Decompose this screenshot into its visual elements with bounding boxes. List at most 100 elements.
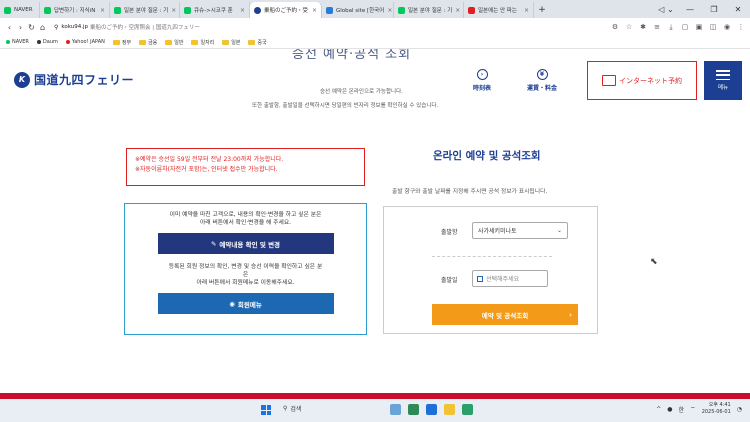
tab-kyushu[interactable]: 큐슈->시코쿠 훈 × — [180, 2, 250, 18]
confirm-change-button[interactable]: ✎ 예약내용 확인 및 변경 — [157, 233, 334, 254]
web-page: 승선 예약·공석 조회 K 国道九四フェリー 승선 예약은 온라인으로 가능합니… — [0, 49, 750, 393]
booking-form: 출발항 사가세키미나토 ⌄ 출발일 선택해주세요 예약 및 공석조회 › — [383, 206, 598, 334]
chevron-up-icon[interactable]: ^ — [656, 406, 661, 413]
ime-indicator[interactable]: 한 — [679, 405, 685, 414]
url-field[interactable]: ⚲ koku94.jp 乗船のご予約・空席照会 | 国道九四フェリー — [54, 23, 200, 32]
hero-description: 또한 출발항, 출발일을 선택하시면 당일편의 빈자리 정보를 확인하실 수 있… — [252, 103, 439, 109]
kin-icon — [398, 6, 405, 14]
mouse-cursor-icon: ⬉ — [650, 257, 658, 267]
hero-subtitle: 승선 예약은 온라인으로 가능합니다. — [320, 89, 403, 95]
booking-title: 온라인 예약 및 공석조회 — [433, 150, 541, 162]
date-input[interactable]: 선택해주세요 — [472, 270, 548, 287]
member-menu-button[interactable]: ◉ 회원메뉴 — [157, 293, 334, 314]
bookmark-folder-general[interactable]: 일반 — [165, 39, 183, 46]
app-icon[interactable] — [426, 404, 437, 415]
tab-ferry-booking[interactable]: 乗船のご予約・受 × — [250, 2, 322, 18]
nav-timetable[interactable]: › 時刻表 — [473, 69, 491, 92]
back-icon[interactable]: ‹ — [4, 23, 15, 32]
logo-text: 国道九四フェリー — [34, 73, 135, 87]
system-tray: ^ ● 한 ⌔ 오후 4:41 2025-06-01 ◔ — [656, 402, 742, 416]
history-icon[interactable]: ◫ — [708, 23, 718, 32]
bookmark-daum[interactable]: Daum — [36, 39, 58, 45]
wifi-icon[interactable]: ⌔ — [690, 405, 696, 413]
date-label: 출발일 — [441, 277, 458, 284]
tab-japan-question-2[interactable]: 일본 분야 질문 : 기 × — [394, 2, 464, 18]
bookmark-folder-finance[interactable]: 금융 — [139, 39, 157, 46]
close-icon[interactable]: × — [97, 7, 105, 14]
close-icon[interactable]: × — [237, 7, 245, 14]
minimize-button[interactable]: — — [678, 5, 702, 14]
port-label: 출발항 — [441, 229, 458, 236]
bookmarks-bar: NAVER Daum Yahoo! JAPAN 정부 금융 일반 일자리 일본 … — [0, 36, 750, 49]
menu-button[interactable]: 메뉴 — [704, 61, 742, 100]
search-availability-button[interactable]: 예약 및 공석조회 › — [432, 304, 578, 325]
close-icon[interactable]: × — [168, 7, 176, 14]
windows-start-icon[interactable] — [261, 405, 271, 415]
close-window-button[interactable]: ✕ — [726, 5, 750, 14]
bookmark-folder-government[interactable]: 정부 — [112, 39, 131, 46]
reload-icon[interactable]: ↻ — [26, 23, 37, 32]
site-info-icon[interactable]: ⚲ — [54, 24, 58, 31]
speaker-icon[interactable]: ◁ ⌄ — [654, 5, 678, 14]
chevron-right-icon: › — [569, 310, 572, 319]
bookmark-folder-china[interactable]: 중국 — [248, 39, 267, 46]
extensions-icon[interactable]: ✱ — [638, 23, 648, 32]
bookmark-folder-jobs[interactable]: 일자리 — [191, 39, 214, 46]
hamburger-icon — [716, 70, 730, 80]
globe-icon — [326, 6, 333, 14]
site-logo[interactable]: K 国道九四フェリー — [14, 71, 134, 88]
bookmark-folder-japan[interactable]: 일본 — [222, 39, 240, 46]
bookmark-naver[interactable]: NAVER — [6, 39, 29, 45]
port-select[interactable]: 사가세키미나토 ⌄ — [472, 222, 568, 239]
close-icon[interactable]: × — [452, 7, 460, 14]
close-icon[interactable]: × — [384, 7, 392, 14]
kin-icon — [114, 6, 121, 14]
clock[interactable]: 오후 4:41 2025-06-01 — [702, 402, 731, 416]
notification-icon[interactable]: ◔ — [737, 406, 742, 413]
taskbar-apps — [390, 404, 473, 415]
new-tab-button[interactable]: + — [534, 2, 550, 18]
more-icon[interactable]: ⋮ — [736, 23, 746, 32]
tab-japan-question[interactable]: 일본 분야 질문 : 기 × — [110, 2, 180, 18]
split-screen-icon[interactable]: ▢ — [680, 23, 690, 32]
forward-icon[interactable]: › — [15, 23, 26, 32]
translate-icon[interactable]: ⚙ — [610, 23, 620, 32]
bookmark-yahoo[interactable]: Yahoo! JAPAN — [65, 39, 105, 45]
folder-icon — [139, 39, 147, 45]
windows-taskbar: ⚲ 검색 ^ ● 한 ⌔ 오후 4:41 2025-06-01 ◔ — [0, 399, 750, 422]
clock-icon: › — [476, 69, 488, 80]
folder-icon — [222, 39, 230, 45]
profile-icon[interactable]: ◉ — [722, 23, 732, 32]
taskbar-search[interactable]: ⚲ 검색 — [283, 404, 301, 413]
hero-title: 승선 예약·공석 조회 — [292, 49, 412, 62]
address-bar: ‹ › ↻ ⌂ ⚲ koku94.jp 乗船のご予約・空席照会 | 国道九四フェ… — [0, 18, 750, 36]
window-controls: ◁ ⌄ — ❐ ✕ — [654, 0, 750, 18]
edit-icon: ✎ — [210, 239, 217, 248]
favorites-icon[interactable]: ≡ — [652, 23, 662, 32]
app-tray-icon[interactable]: ● — [667, 406, 672, 413]
edge-icon[interactable] — [462, 404, 473, 415]
close-icon[interactable]: × — [521, 7, 529, 14]
folder-icon — [165, 39, 173, 45]
yen-icon: ¥ — [536, 69, 548, 80]
tab-kin[interactable]: 답변하기 : 지식iN × — [40, 2, 110, 18]
divider — [432, 256, 552, 257]
maximize-button[interactable]: ❐ — [702, 5, 726, 14]
tab-global-site[interactable]: Global site [한국어 × — [322, 2, 394, 18]
tab-youtube[interactable]: 일본에는 안 파는 × — [464, 2, 534, 18]
close-icon[interactable]: × — [309, 7, 317, 14]
tab-naver[interactable]: NAVER — [0, 2, 40, 18]
ferry-icon — [254, 6, 261, 14]
file-explorer-icon[interactable] — [444, 404, 455, 415]
internet-booking-button[interactable]: インターネット予約 — [587, 61, 697, 100]
kin-icon — [184, 6, 191, 14]
nav-fare[interactable]: ¥ 運賃・料金 — [527, 69, 557, 92]
collections-icon[interactable]: ▣ — [694, 23, 704, 32]
app-icon[interactable] — [408, 404, 419, 415]
home-icon[interactable]: ⌂ — [37, 23, 48, 32]
chevron-down-icon: ⌄ — [556, 227, 562, 234]
task-view-icon[interactable] — [390, 404, 401, 415]
download-icon[interactable]: ⤓ — [666, 23, 676, 32]
star-icon[interactable]: ☆ — [624, 23, 634, 32]
yahoo-icon — [65, 40, 70, 44]
